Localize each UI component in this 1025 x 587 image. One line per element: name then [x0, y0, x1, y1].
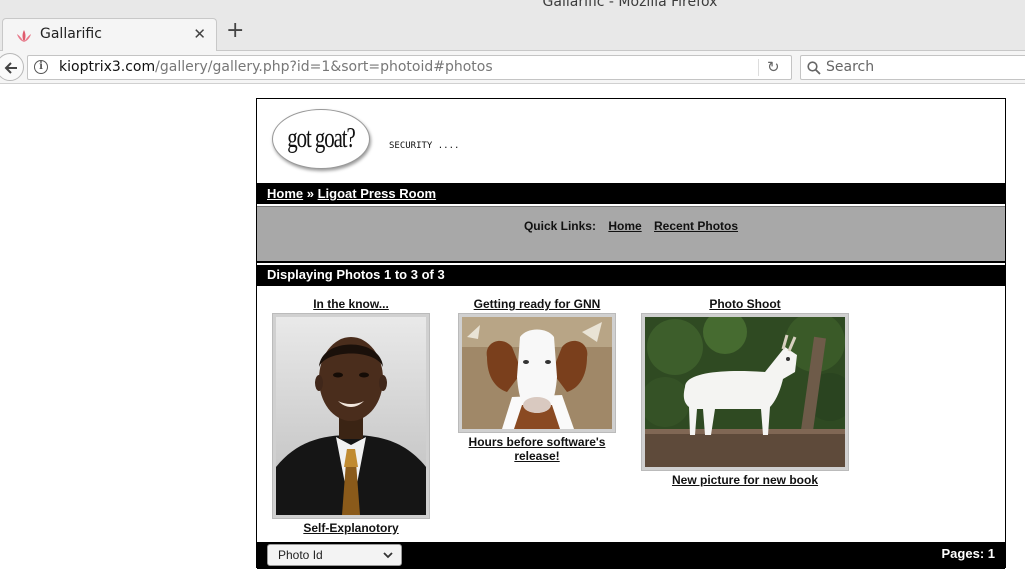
- gallery-footer-bar: Photo Id Pages: 1: [257, 542, 1005, 569]
- display-count-text: Displaying Photos 1 to 3 of 3: [267, 267, 445, 282]
- photo-item: Photo Shoot New picture for new book: [640, 297, 854, 487]
- window-titlebar: Gallarific - Mozilla Firefox: [0, 0, 1025, 14]
- url-separator: [758, 59, 759, 76]
- navigation-toolbar: i kioptrix3.com/gallery/gallery.php?id=1…: [0, 51, 1025, 84]
- photo-caption-link[interactable]: Hours before software's release!: [457, 435, 617, 463]
- tab-strip: Gallarific ✕ +: [0, 14, 1025, 52]
- photo-item: Getting ready for GNN Hours before softw…: [457, 297, 617, 463]
- quick-link-home[interactable]: Home: [608, 219, 641, 233]
- photo-title-link[interactable]: Getting ready for GNN: [457, 297, 617, 311]
- search-icon: [807, 61, 821, 75]
- photo-thumbnail[interactable]: [272, 313, 430, 519]
- photo-thumbnail[interactable]: [458, 313, 616, 433]
- photo-gallery: In the know... Self-Explanotory Getting …: [257, 287, 1005, 540]
- window-title: Gallarific - Mozilla Firefox: [542, 0, 718, 10]
- gallery-page: got goat? SECURITY .... Home » Ligoat Pr…: [256, 98, 1006, 569]
- breadcrumb-current-link[interactable]: Ligoat Press Room: [318, 186, 436, 201]
- site-logo[interactable]: got goat?: [272, 109, 370, 169]
- breadcrumb: Home » Ligoat Press Room: [257, 183, 1005, 204]
- sort-selected-value: Photo Id: [278, 548, 323, 562]
- sort-select[interactable]: Photo Id: [267, 544, 402, 566]
- search-bar[interactable]: [800, 55, 1025, 80]
- goat-photo-icon: [462, 317, 612, 429]
- close-tab-icon[interactable]: ✕: [193, 25, 206, 43]
- back-button[interactable]: [0, 53, 24, 81]
- tab-title: Gallarific: [40, 26, 102, 42]
- breadcrumb-separator: »: [306, 186, 314, 201]
- lotus-favicon-icon: [17, 30, 31, 42]
- site-header: got goat? SECURITY ....: [257, 99, 1005, 181]
- search-input[interactable]: [826, 59, 1025, 75]
- logo-text: got goat?: [287, 122, 355, 154]
- quick-link-recent-photos[interactable]: Recent Photos: [654, 219, 738, 233]
- photo-item: In the know... Self-Explanotory: [271, 297, 431, 535]
- new-tab-button[interactable]: +: [226, 20, 244, 42]
- goat-photo-icon: [640, 310, 854, 468]
- photo-caption-link[interactable]: New picture for new book: [641, 473, 849, 487]
- url-bar[interactable]: i kioptrix3.com/gallery/gallery.php?id=1…: [27, 55, 792, 80]
- photo-title-link[interactable]: Photo Shoot: [641, 297, 849, 311]
- portrait-photo-icon: [276, 317, 426, 515]
- display-count-bar: Displaying Photos 1 to 3 of 3: [257, 265, 1005, 286]
- url-text[interactable]: kioptrix3.com/gallery/gallery.php?id=1&s…: [59, 59, 493, 75]
- site-tagline: SECURITY ....: [389, 141, 460, 151]
- url-path: /gallery/gallery.php?id=1&sort=photoid#p…: [155, 59, 493, 75]
- quick-links-bar: Quick Links: Home Recent Photos: [257, 206, 1005, 263]
- site-info-icon[interactable]: i: [34, 60, 48, 74]
- quick-links-label: Quick Links:: [523, 219, 596, 233]
- url-host: kioptrix3.com: [59, 59, 156, 75]
- photo-caption-link[interactable]: Self-Explanotory: [271, 521, 431, 535]
- pages-indicator: Pages: 1: [941, 546, 995, 561]
- photo-title-link[interactable]: In the know...: [271, 297, 431, 311]
- photo-thumbnail[interactable]: [640, 310, 854, 471]
- chevron-down-icon: [383, 552, 393, 559]
- back-arrow-icon: [4, 62, 17, 74]
- tab-gallarific[interactable]: Gallarific ✕: [2, 18, 217, 52]
- breadcrumb-home-link[interactable]: Home: [267, 186, 303, 201]
- reload-icon[interactable]: ↻: [767, 58, 780, 76]
